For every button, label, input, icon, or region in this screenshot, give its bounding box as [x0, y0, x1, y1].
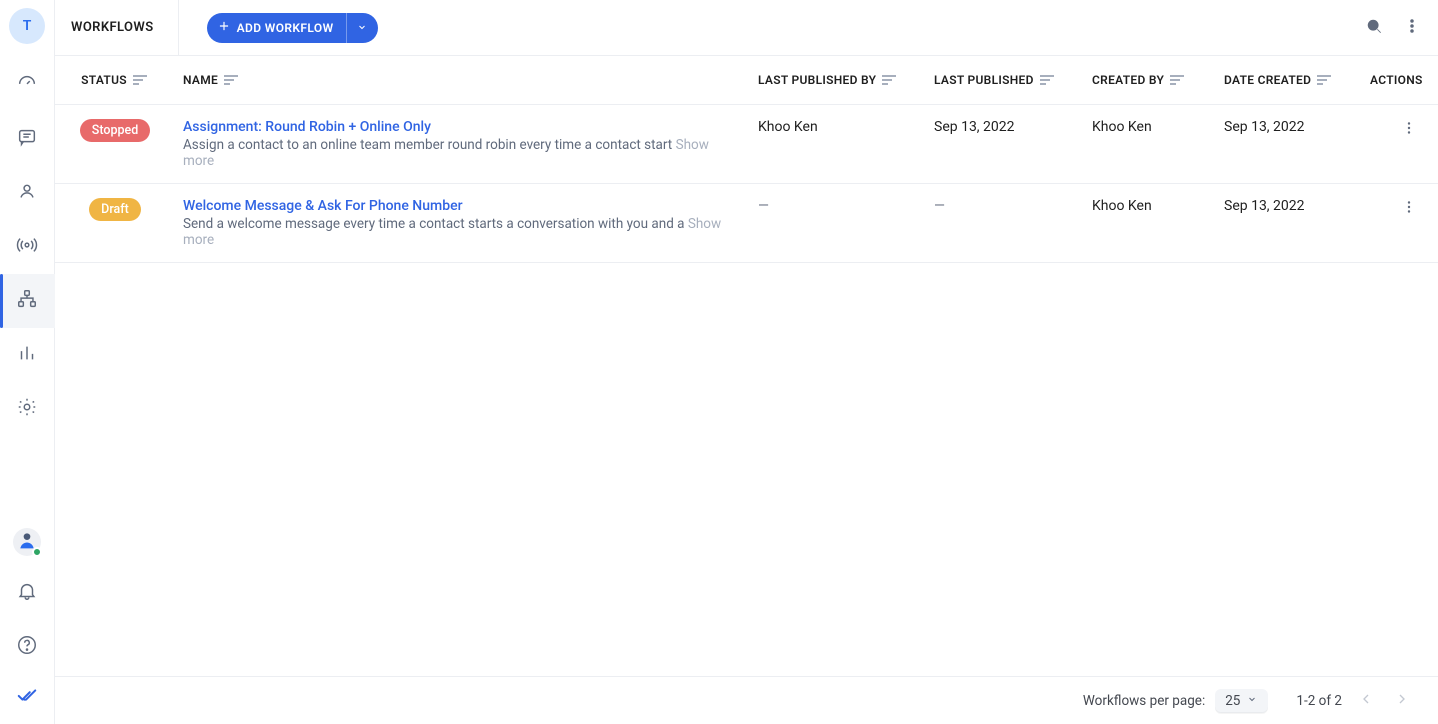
sidebar-item-settings[interactable]	[0, 382, 55, 436]
sidebar-item-help[interactable]	[0, 620, 55, 674]
plus-icon	[217, 19, 231, 36]
more-vertical-icon	[1400, 125, 1418, 141]
row-more-button[interactable]	[1400, 125, 1418, 141]
last-published-value: —	[934, 198, 945, 214]
column-header-name-label: NAME	[183, 73, 218, 87]
chevron-left-icon	[1358, 691, 1374, 711]
sidebar-nav	[0, 58, 55, 518]
sidebar-item-workflows[interactable]	[0, 274, 55, 328]
user-icon	[16, 180, 38, 206]
double-check-icon	[15, 683, 39, 707]
bar-chart-icon	[16, 342, 38, 368]
sort-icon	[1317, 72, 1333, 88]
date-created-value: Sep 13, 2022	[1224, 119, 1305, 135]
sidebar-item-notifications[interactable]	[0, 566, 55, 620]
page-more-button[interactable]	[1402, 16, 1422, 40]
column-header-cb-label: CREATED BY	[1092, 73, 1164, 87]
main-panel: WORKFLOWS ADD WORKFLOW	[55, 0, 1438, 724]
gear-icon	[16, 396, 38, 422]
pagination: 1-2 of 2	[1296, 687, 1414, 715]
sort-icon	[224, 72, 240, 88]
date-created-value: Sep 13, 2022	[1224, 198, 1305, 214]
pagination-prev[interactable]	[1354, 687, 1378, 715]
bell-icon	[16, 580, 38, 606]
chevron-down-icon	[1246, 693, 1258, 709]
chevron-right-icon	[1394, 691, 1410, 711]
gauge-icon	[16, 72, 38, 98]
workflow-icon	[16, 288, 38, 314]
add-workflow-label: ADD WORKFLOW	[237, 21, 334, 35]
column-header-name[interactable]: NAME	[183, 72, 240, 88]
workspace-avatar[interactable]: T	[9, 8, 45, 44]
column-header-lpb-label: LAST PUBLISHED BY	[758, 73, 876, 87]
user-avatar[interactable]	[13, 528, 41, 556]
pagination-range: 1-2 of 2	[1296, 693, 1342, 709]
column-header-lp-label: LAST PUBLISHED	[934, 73, 1034, 87]
status-badge: Draft	[89, 198, 141, 221]
more-vertical-icon	[1400, 204, 1418, 220]
sidebar-item-broadcast[interactable]	[0, 220, 55, 274]
last-published-value: Sep 13, 2022	[934, 119, 1015, 135]
column-header-created-by[interactable]: CREATED BY	[1092, 72, 1186, 88]
per-page-label: Workflows per page:	[1083, 693, 1205, 709]
created-by-value: Khoo Ken	[1092, 198, 1152, 214]
sidebar-item-dashboard[interactable]	[0, 58, 55, 112]
table-row: Stopped Assignment: Round Robin + Online…	[55, 105, 1438, 184]
help-icon	[16, 634, 38, 660]
status-badge: Stopped	[80, 119, 150, 142]
sidebar-item-inbox[interactable]	[0, 112, 55, 166]
sort-icon	[133, 72, 149, 88]
add-workflow-dropdown[interactable]	[346, 13, 378, 43]
last-published-by-value: Khoo Ken	[758, 119, 818, 135]
pagination-next[interactable]	[1390, 687, 1414, 715]
page-title: WORKFLOWS	[71, 0, 179, 56]
workflows-table: STATUS NAME LAST PUBLISHED BY LAST PUBLI…	[55, 56, 1438, 263]
sort-icon	[882, 72, 898, 88]
column-header-status[interactable]: STATUS	[81, 72, 149, 88]
sidebar-bottom	[0, 518, 55, 724]
workflow-name-link[interactable]: Assignment: Round Robin + Online Only	[183, 119, 734, 135]
more-vertical-icon	[1402, 21, 1422, 40]
chevron-down-icon	[356, 18, 368, 37]
sidebar-item-contacts[interactable]	[0, 166, 55, 220]
topbar: WORKFLOWS ADD WORKFLOW	[55, 0, 1438, 56]
workflow-description: Send a welcome message every time a cont…	[183, 216, 734, 248]
column-header-actions-label: ACTIONS	[1370, 73, 1423, 87]
sidebar-item-reports[interactable]	[0, 328, 55, 382]
per-page-select[interactable]: 25	[1215, 689, 1268, 713]
add-workflow-button-main[interactable]: ADD WORKFLOW	[207, 19, 346, 36]
column-header-date-created[interactable]: DATE CREATED	[1224, 72, 1333, 88]
table-footer: Workflows per page: 25 1-2 of 2	[55, 676, 1438, 724]
workflow-name-link[interactable]: Welcome Message & Ask For Phone Number	[183, 198, 734, 214]
per-page-value: 25	[1225, 693, 1240, 709]
broadcast-icon	[16, 234, 38, 260]
table-row: Draft Welcome Message & Ask For Phone Nu…	[55, 184, 1438, 263]
per-page-control: Workflows per page: 25	[1083, 689, 1269, 713]
sort-icon	[1170, 72, 1186, 88]
created-by-value: Khoo Ken	[1092, 119, 1152, 135]
status-dot-online	[32, 547, 42, 557]
add-workflow-button[interactable]: ADD WORKFLOW	[207, 13, 378, 43]
column-header-status-label: STATUS	[81, 73, 127, 87]
workflow-description: Assign a contact to an online team membe…	[183, 137, 734, 169]
table-wrap: STATUS NAME LAST PUBLISHED BY LAST PUBLI…	[55, 56, 1438, 676]
column-header-last-published[interactable]: LAST PUBLISHED	[934, 72, 1056, 88]
search-button[interactable]	[1364, 16, 1384, 40]
column-header-dc-label: DATE CREATED	[1224, 73, 1311, 87]
column-header-last-published-by[interactable]: LAST PUBLISHED BY	[758, 72, 898, 88]
last-published-by-value: —	[758, 198, 769, 214]
chat-icon	[16, 126, 38, 152]
sidebar: T	[0, 0, 55, 724]
search-icon	[1364, 21, 1384, 40]
workspace-initial: T	[23, 18, 32, 34]
sidebar-item-double-check[interactable]	[0, 674, 55, 716]
row-more-button[interactable]	[1400, 204, 1418, 220]
sort-icon	[1040, 72, 1056, 88]
